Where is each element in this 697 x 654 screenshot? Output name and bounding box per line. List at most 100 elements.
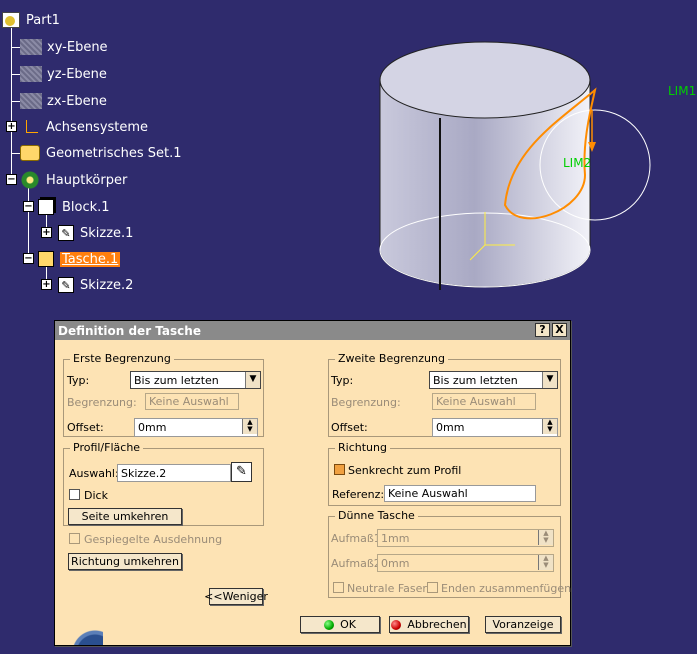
reference-label: Referenz:: [332, 488, 385, 501]
tree-item-pocket[interactable]: Tasche.1: [38, 249, 121, 269]
tree-label: xy-Ebene: [47, 39, 108, 55]
thin-pocket-title: Dünne Tasche: [335, 509, 418, 522]
collapse-icon[interactable]: −: [6, 174, 17, 185]
second-offset-value: 0mm: [436, 421, 465, 434]
sketcher-icon[interactable]: ✎: [231, 462, 252, 482]
ok-label: OK: [340, 618, 356, 631]
tree-item-axis-systems[interactable]: Achsensysteme: [20, 117, 150, 137]
first-type-label: Typ:: [67, 374, 90, 387]
collapse-icon[interactable]: −: [23, 253, 34, 264]
lim1-label: LIM1: [668, 84, 696, 98]
geometric-set-icon: [20, 145, 40, 161]
reverse-side-button[interactable]: Seite umkehren: [68, 508, 182, 525]
second-limit-title: Zweite Begrenzung: [335, 352, 448, 365]
profile-title: Profil/Fläche: [70, 441, 144, 454]
first-limit-label: Begrenzung:: [67, 396, 137, 409]
neutral-fiber-label: Neutrale Faser: [347, 582, 427, 595]
tree-item-main-body[interactable]: Hauptkörper: [20, 170, 129, 190]
second-limit-label: Begrenzung:: [331, 396, 401, 409]
preview-button[interactable]: Voranzeige: [485, 616, 561, 633]
less-button[interactable]: <<Weniger: [204, 588, 268, 605]
tree-label: Block.1: [62, 199, 110, 215]
cancel-label: Abbrechen: [407, 618, 467, 631]
tree-item-zx-plane[interactable]: zx-Ebene: [20, 91, 109, 111]
thickness1-field[interactable]: 1mm ▲ ▼: [377, 529, 554, 547]
first-offset-field[interactable]: 0mm ▲ ▼: [134, 418, 258, 437]
spinner-icon[interactable]: ▲ ▼: [542, 419, 557, 434]
thickness2-field[interactable]: 0mm ▲ ▼: [377, 554, 554, 572]
plane-icon: [20, 93, 42, 109]
first-offset-value: 0mm: [138, 421, 167, 434]
first-type-value: Bis zum letzten: [134, 373, 219, 387]
close-button[interactable]: X: [552, 323, 567, 337]
direction-title: Richtung: [335, 441, 390, 454]
expand-icon[interactable]: +: [41, 279, 52, 290]
ok-icon: [324, 619, 335, 630]
plane-icon: [20, 39, 42, 55]
collapse-icon[interactable]: −: [23, 201, 34, 212]
tree-label-part1: Part1: [26, 12, 60, 28]
tree-item-sketch2[interactable]: ✎ Skizze.2: [58, 275, 135, 295]
tree-label: Geometrisches Set.1: [46, 145, 182, 161]
thickness2-value: 0mm: [381, 556, 410, 570]
merge-ends-label: Enden zusammenfügen: [441, 582, 572, 595]
mirrored-extent-checkbox[interactable]: [69, 533, 80, 544]
tree-item-sketch1[interactable]: ✎ Skizze.1: [58, 223, 135, 243]
tree-label: Hauptkörper: [46, 172, 128, 188]
pad-icon: [38, 199, 54, 215]
tree-label: Tasche.1: [60, 251, 121, 267]
sketch-icon: ✎: [58, 225, 74, 241]
part-icon: [2, 12, 20, 28]
cancel-button[interactable]: Abbrechen: [389, 616, 469, 633]
tree-item-yz-plane[interactable]: yz-Ebene: [20, 64, 109, 84]
globe-decoration: [55, 623, 103, 645]
second-offset-field[interactable]: 0mm ▲ ▼: [432, 418, 558, 437]
selection-label: Auswahl:: [69, 467, 119, 480]
second-type-select[interactable]: Bis zum letzten ▼: [429, 371, 558, 389]
lim2-label: LIM2: [563, 156, 591, 170]
help-button[interactable]: ?: [535, 323, 550, 337]
profile-selection-field[interactable]: Skizze.2: [117, 464, 231, 482]
tree-item-geometric-set[interactable]: Geometrisches Set.1: [20, 143, 184, 163]
cancel-icon: [391, 619, 402, 630]
thickness1-label: Aufmaß1: [331, 532, 381, 545]
spinner-icon[interactable]: ▲ ▼: [538, 530, 553, 545]
thickness1-value: 1mm: [381, 531, 410, 545]
tree-label: Skizze.2: [80, 277, 134, 293]
thick-checkbox[interactable]: [69, 489, 80, 500]
chevron-down-icon[interactable]: ▼: [245, 372, 260, 388]
spinner-icon[interactable]: ▲ ▼: [242, 419, 257, 434]
tree-root-part1[interactable]: Part1: [2, 10, 62, 30]
first-limit-field[interactable]: Keine Auswahl: [145, 393, 239, 410]
expand-icon[interactable]: +: [41, 227, 52, 238]
tree-label: Achsensysteme: [46, 119, 149, 135]
plane-icon: [20, 66, 42, 82]
ok-button[interactable]: OK: [300, 616, 380, 633]
merge-ends-checkbox[interactable]: [427, 582, 438, 593]
spinner-icon[interactable]: ▲ ▼: [538, 555, 553, 570]
second-limit-field[interactable]: Keine Auswahl: [432, 393, 536, 410]
body-icon: [20, 171, 40, 189]
expand-icon[interactable]: +: [6, 121, 17, 132]
tree-item-pad[interactable]: Block.1: [38, 197, 112, 217]
dialog-title: Definition der Tasche: [58, 323, 201, 338]
dialog-titlebar[interactable]: Definition der Tasche: [55, 321, 570, 340]
normal-to-profile-checkbox[interactable]: [334, 464, 345, 475]
chevron-down-icon[interactable]: ▼: [542, 372, 557, 388]
specification-tree: Part1 xy-Ebene yz-Ebene zx-Ebene + Achse…: [0, 0, 330, 300]
first-limit-title: Erste Begrenzung: [70, 352, 174, 365]
second-type-value: Bis zum letzten: [433, 373, 518, 387]
mirrored-extent-label: Gespiegelte Ausdehnung: [84, 533, 223, 546]
first-offset-label: Offset:: [67, 421, 104, 434]
thick-label: Dick: [84, 489, 108, 502]
first-type-select[interactable]: Bis zum letzten ▼: [130, 371, 261, 389]
neutral-fiber-checkbox[interactable]: [333, 582, 344, 593]
cylinder-top-face[interactable]: [379, 41, 591, 119]
tree-item-xy-plane[interactable]: xy-Ebene: [20, 37, 110, 57]
normal-to-profile-label: Senkrecht zum Profil: [348, 464, 462, 477]
3d-scene[interactable]: LIM1 LIM2: [330, 0, 697, 320]
reverse-direction-button[interactable]: Richtung umkehren: [68, 553, 182, 570]
tree-label: zx-Ebene: [47, 93, 107, 109]
reference-field[interactable]: Keine Auswahl: [384, 485, 536, 502]
sketch-icon: ✎: [58, 277, 74, 293]
